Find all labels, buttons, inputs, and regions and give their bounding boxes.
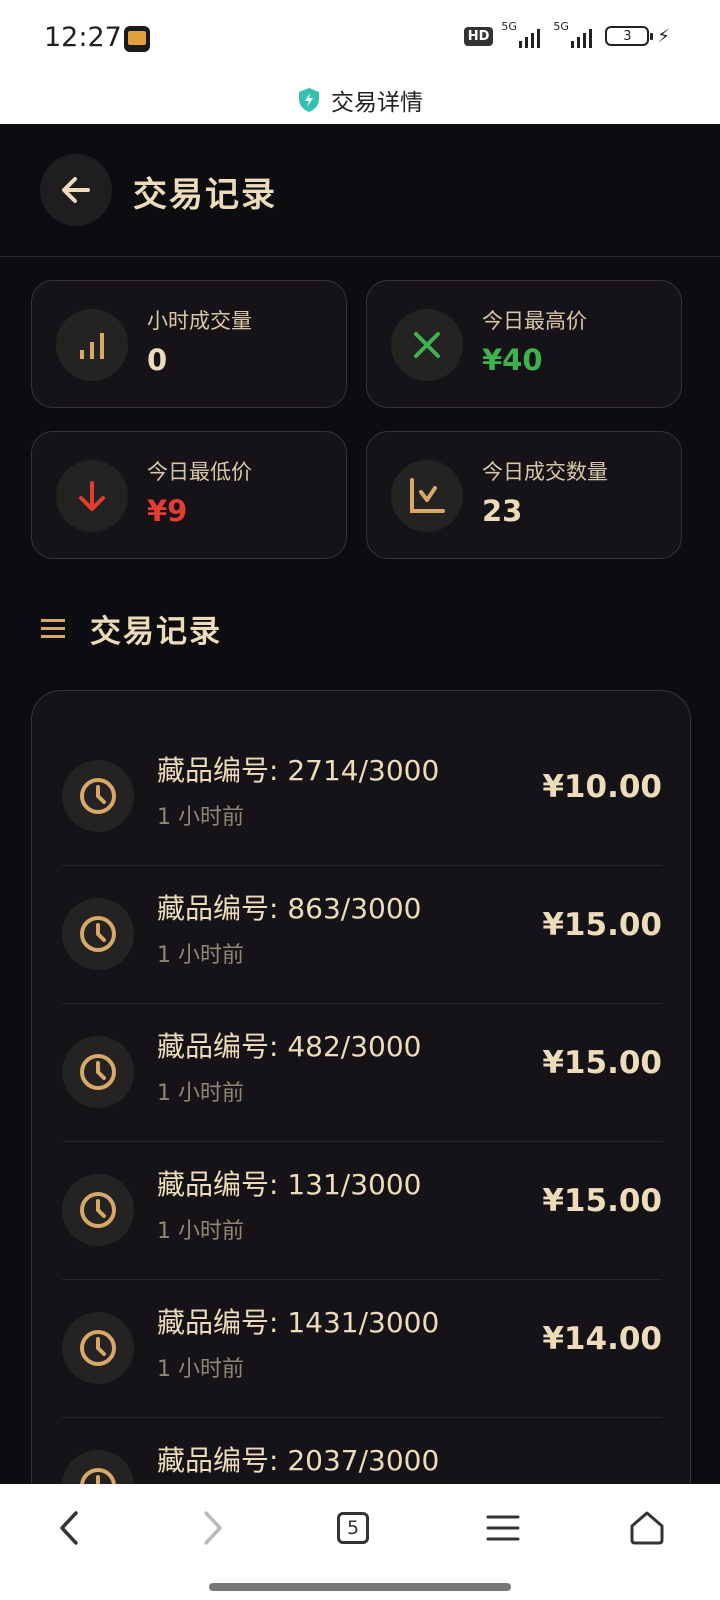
battery-level: 3 [623, 28, 632, 44]
record-id: 藏品编号: 2714/3000 [157, 754, 440, 787]
record-id: 藏品编号: 2037/3000 [157, 1444, 440, 1477]
record-price: ¥14.00 [542, 1321, 662, 1357]
home-button[interactable] [620, 1506, 674, 1550]
clock-icon [62, 1312, 134, 1384]
record-price: ¥15.00 [542, 1183, 662, 1219]
hd-indicator: HD [463, 26, 494, 46]
home-icon [630, 1511, 664, 1545]
nav-back-button[interactable] [42, 1506, 96, 1550]
record-id: 藏品编号: 863/3000 [157, 892, 422, 925]
stat-card-hourly-volume: 小时成交量 0 [31, 280, 347, 408]
list-item[interactable]: 藏品编号: 131/3000 1 小时前 ¥15.00 [62, 1139, 662, 1280]
stat-value: ¥40 [482, 343, 543, 377]
chevron-right-icon [204, 1511, 222, 1545]
tab-count: 5 [346, 1517, 360, 1539]
chevron-left-icon [60, 1511, 78, 1545]
record-price: ¥15.00 [542, 907, 662, 943]
section-header: 交易记录 [40, 606, 222, 651]
record-id: 藏品编号: 1431/3000 [157, 1306, 440, 1339]
shield-icon [299, 88, 319, 112]
clock-icon [62, 1174, 134, 1246]
stat-value: 23 [482, 494, 523, 528]
list-icon [41, 618, 65, 638]
charging-icon: ⚡ [657, 25, 670, 47]
list-item[interactable]: 藏品编号: 2037/3000 [62, 1415, 662, 1484]
record-price: ¥10.00 [542, 769, 662, 805]
status-bar: 12:27 HD 5G 5G 3 ⚡ [0, 0, 720, 76]
stat-card-today-count: 今日成交数量 23 [366, 431, 682, 559]
stat-label: 今日最低价 [147, 460, 252, 484]
back-button[interactable] [40, 154, 112, 226]
record-time: 1 小时前 [157, 1081, 244, 1106]
arrow-down-icon [56, 460, 128, 532]
clock-icon [62, 898, 134, 970]
list-item[interactable]: 藏品编号: 1431/3000 1 小时前 ¥14.00 [62, 1277, 662, 1418]
network-type-2: 5G [553, 20, 569, 33]
status-time: 12:27 [44, 22, 122, 53]
gesture-bar[interactable] [209, 1583, 511, 1591]
clock-icon [62, 1450, 134, 1484]
stat-card-today-high: 今日最高价 ¥40 [366, 280, 682, 408]
list-item[interactable]: 藏品编号: 482/3000 1 小时前 ¥15.00 [62, 1001, 662, 1142]
close-x-icon [391, 309, 463, 381]
network-type-1: 5G [501, 20, 517, 33]
list-item[interactable]: 藏品编号: 2714/3000 1 小时前 ¥10.00 [62, 725, 662, 866]
browser-title-bar: 交易详情 [0, 76, 720, 124]
record-time: 1 小时前 [157, 1219, 244, 1244]
stat-label: 小时成交量 [147, 309, 252, 333]
trend-chart-icon [391, 460, 463, 532]
battery-icon: 3 [605, 26, 654, 46]
record-time: 1 小时前 [157, 1357, 244, 1382]
tabs-icon: 5 [337, 1512, 369, 1544]
record-time: 1 小时前 [157, 805, 244, 830]
page-title: 交易记录 [133, 175, 277, 215]
clock-icon [62, 1036, 134, 1108]
signal-icon-2: 5G [553, 20, 597, 48]
stat-value: 0 [147, 343, 168, 377]
app-content: 交易记录 小时成交量 0 今日最高价 ¥40 今日最低价 ¥9 今日成交数量 2… [0, 124, 720, 1484]
browser-title: 交易详情 [331, 90, 423, 116]
nav-forward-button[interactable] [186, 1506, 240, 1550]
tabs-button[interactable]: 5 [326, 1506, 380, 1550]
record-time: 1 小时前 [157, 943, 244, 968]
menu-button[interactable] [476, 1506, 530, 1550]
record-price: ¥15.00 [542, 1045, 662, 1081]
stat-card-today-low: 今日最低价 ¥9 [31, 431, 347, 559]
bar-chart-icon [56, 309, 128, 381]
app-notification-icon [124, 26, 150, 52]
status-indicators: HD 5G 5G 3 ⚡ [463, 20, 670, 48]
list-item[interactable]: 藏品编号: 863/3000 1 小时前 ¥15.00 [62, 863, 662, 1004]
stat-label: 今日成交数量 [482, 460, 608, 484]
transaction-list: 藏品编号: 2714/3000 1 小时前 ¥10.00 藏品编号: 863/3… [31, 690, 691, 1484]
section-title: 交易记录 [90, 614, 222, 650]
record-id: 藏品编号: 131/3000 [157, 1168, 422, 1201]
menu-icon [486, 1515, 520, 1541]
signal-icon: 5G [501, 20, 545, 48]
stat-label: 今日最高价 [482, 309, 587, 333]
clock-icon [62, 760, 134, 832]
arrow-left-icon [62, 177, 90, 203]
page-header: 交易记录 [0, 124, 720, 257]
record-id: 藏品编号: 482/3000 [157, 1030, 422, 1063]
stat-value: ¥9 [147, 494, 188, 528]
